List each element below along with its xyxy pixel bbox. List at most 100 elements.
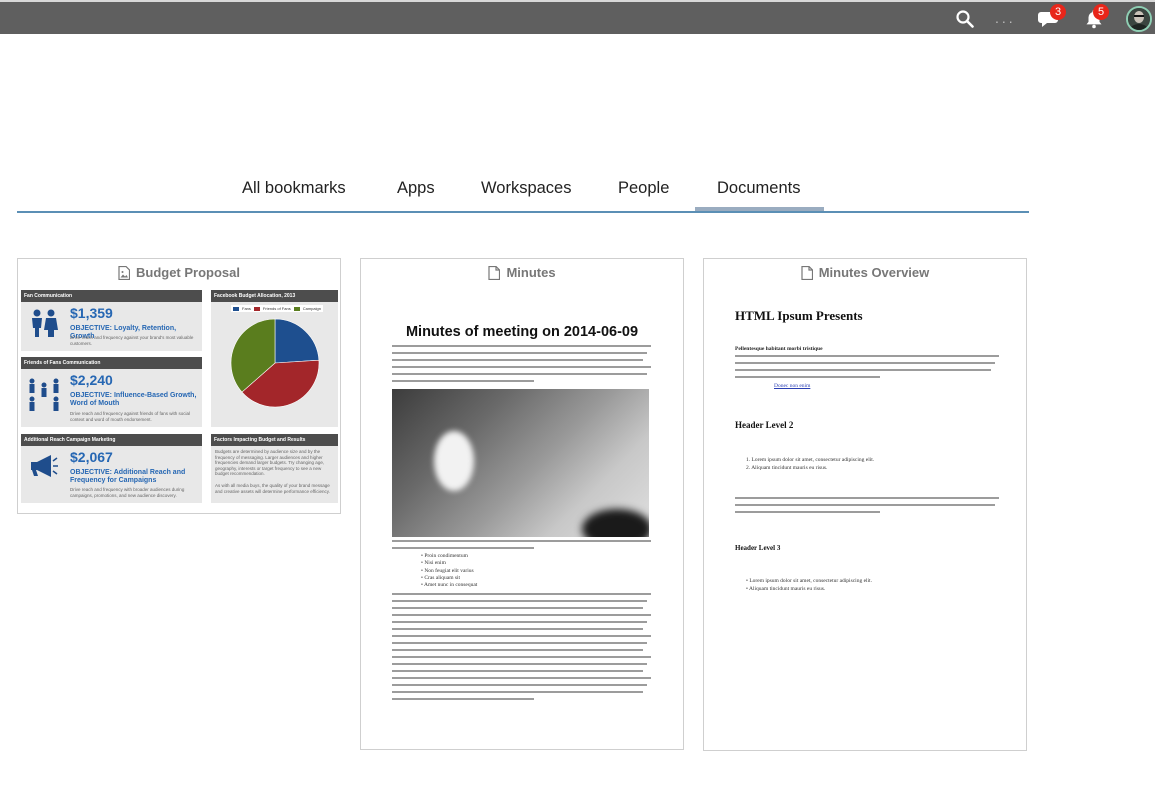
notification-count-badge: 5	[1093, 4, 1109, 20]
text-line	[735, 497, 999, 499]
panel-objective: OBJECTIVE: Influence-Based Growth, Word …	[70, 392, 197, 407]
legend-label: Campaign	[302, 306, 321, 311]
text-line	[392, 366, 651, 368]
text-line	[392, 656, 651, 658]
preview-unordered-list: • Lorem ipsum dolor sit amet, consectetu…	[746, 578, 872, 593]
minutes-preview: Minutes of meeting on 2014-06-09 • Proin…	[381, 287, 663, 717]
text-line	[392, 698, 535, 700]
text-line	[392, 649, 643, 651]
preview-ordered-list: 1. Lorem ipsum dolor sit amet, consectet…	[746, 457, 874, 472]
list-item: 1. Lorem ipsum dolor sit amet, consectet…	[746, 457, 875, 463]
text-line	[392, 373, 647, 375]
panel-head: Additional Reach Campaign Marketing	[21, 434, 202, 446]
minutes-overview-preview: HTML Ipsum Presents Pellentesque habitan…	[724, 287, 1006, 717]
photo-shadow	[582, 509, 649, 537]
list-item: • Cras aliquam sit	[421, 574, 461, 581]
text-line	[392, 380, 535, 382]
preview-h2: Header Level 2	[735, 420, 794, 430]
text-line	[392, 359, 643, 361]
photo-highlight	[434, 431, 474, 491]
document-icon	[801, 265, 813, 280]
card-title: Minutes	[361, 265, 683, 280]
panel-text: Drive reach and frequency against your b…	[70, 335, 194, 346]
group-icon	[29, 378, 59, 411]
search-icon[interactable]	[954, 4, 976, 34]
text-line	[392, 593, 651, 595]
list-item: • Proin condimentum	[421, 553, 468, 559]
budget-panel-additional-reach: Additional Reach Campaign Marketing $2,0…	[21, 434, 202, 503]
text-line	[392, 670, 643, 672]
preview-h3: Header Level 3	[735, 544, 781, 552]
document-icon	[488, 265, 501, 280]
legend-swatch-campaign	[293, 306, 300, 311]
text-line	[735, 376, 881, 378]
text-line	[735, 369, 991, 371]
budget-panel-fans: Fan Communication $1,359 OBJECTIVE: Loya…	[21, 290, 202, 351]
preview-lead: Pellentesque habitant morbi tristique	[735, 346, 823, 352]
card-title-text: Budget Proposal	[135, 265, 240, 280]
legend-swatch-friends	[253, 306, 260, 311]
text-line	[392, 540, 651, 542]
chart-legend: Fans Friends of Fans Campaign	[231, 305, 323, 312]
text-line	[392, 614, 651, 616]
text-line	[392, 635, 651, 637]
panel-value: $1,359	[70, 305, 113, 321]
panel-value: $2,240	[70, 372, 113, 388]
active-tab-indicator	[695, 207, 824, 211]
tab-all-bookmarks[interactable]: All bookmarks	[242, 168, 346, 211]
panel-text-2: As with all media buys, the quality of y…	[215, 483, 330, 494]
document-card-minutes-overview[interactable]: Minutes Overview HTML Ipsum Presents Pel…	[703, 258, 1027, 751]
top-bar: ... 3 5	[0, 0, 1155, 34]
panel-head: Friends of Fans Communication	[21, 357, 202, 369]
list-item: • Nisi enim	[421, 560, 446, 567]
text-line	[392, 600, 647, 602]
preview-list: • Proin condimentum • Nisi enim • Non fe…	[421, 553, 477, 589]
tab-documents[interactable]: Documents	[717, 168, 800, 211]
preview-heading: Minutes of meeting on 2014-06-09	[405, 324, 639, 340]
card-title-text: Minutes	[506, 265, 556, 280]
document-card-budget-proposal[interactable]: Budget Proposal Fan Communication $1,359…	[17, 258, 341, 514]
text-line	[392, 352, 647, 354]
card-title: Minutes Overview	[704, 265, 1026, 280]
list-item: • Aliquam tincidunt mauris eu risus.	[746, 585, 826, 592]
tab-apps[interactable]: Apps	[397, 168, 435, 211]
text-line	[735, 504, 995, 506]
text-line	[392, 691, 643, 693]
list-item: • Non feugiat elit varius	[421, 567, 474, 574]
panel-text: Drive reach and frequency with broader a…	[70, 487, 185, 498]
chat-count-badge: 3	[1050, 4, 1066, 20]
list-item: • Amet nunc in consequat	[421, 582, 478, 589]
more-menu[interactable]: ...	[995, 10, 1016, 26]
factors-panel: Factors Impacting Budget and Results Bud…	[211, 434, 338, 503]
text-line	[392, 621, 647, 623]
people-icon	[32, 309, 58, 337]
text-line	[392, 607, 643, 609]
text-line	[735, 511, 881, 513]
text-line	[392, 663, 647, 665]
document-card-minutes[interactable]: Minutes Minutes of meeting on 2014-06-09…	[360, 258, 684, 750]
tab-people[interactable]: People	[618, 168, 669, 211]
user-avatar[interactable]	[1126, 6, 1152, 32]
panel-value: $2,067	[70, 449, 113, 465]
panel-head: Facebook Budget Allocation, 2013	[211, 290, 338, 302]
text-line	[392, 642, 647, 644]
budget-panel-friends-of-fans: Friends of Fans Communication $2,240 OBJ…	[21, 357, 202, 427]
text-line	[392, 677, 651, 679]
text-line	[735, 362, 995, 364]
list-item: • Lorem ipsum dolor sit amet, consectetu…	[746, 578, 872, 584]
text-line	[392, 345, 651, 347]
megaphone-icon	[31, 455, 58, 477]
preview-photo	[392, 389, 649, 537]
image-file-icon	[118, 265, 130, 280]
legend-label: Fans	[242, 306, 251, 311]
panel-objective: OBJECTIVE: Additional Reach and Frequenc…	[70, 469, 186, 484]
text-line	[735, 355, 999, 357]
tab-workspaces[interactable]: Workspaces	[481, 168, 571, 211]
preview-link: Donec non enim	[774, 383, 811, 389]
panel-head: Factors Impacting Budget and Results	[211, 434, 338, 446]
list-item: 2. Aliquam tincidunt mauris eu risus.	[746, 464, 828, 471]
card-title-text: Minutes Overview	[818, 265, 930, 280]
panel-head: Fan Communication	[21, 290, 202, 302]
text-line	[392, 628, 643, 630]
budget-allocation-chart-panel: Facebook Budget Allocation, 2013 Fans Fr…	[211, 290, 338, 427]
